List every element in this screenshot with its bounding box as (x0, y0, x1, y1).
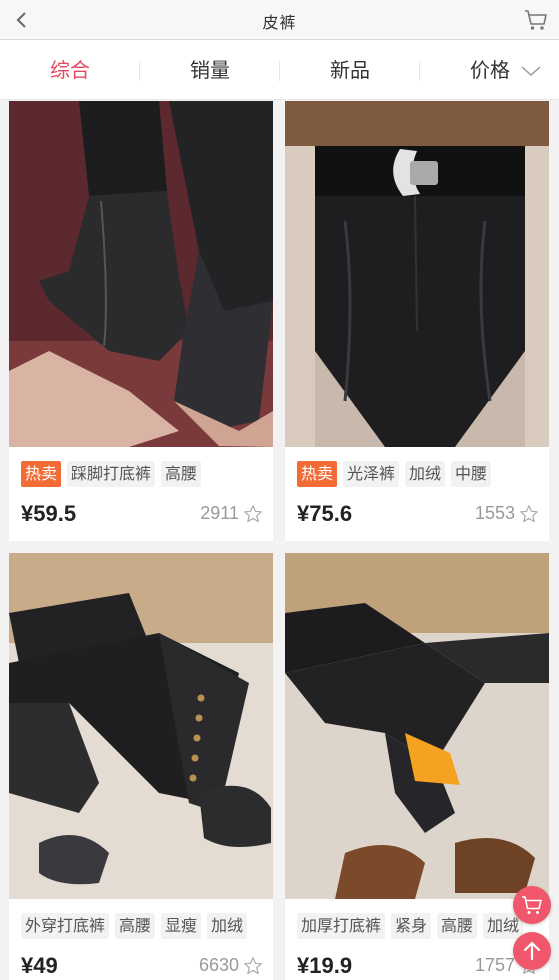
chevron-down-icon (521, 66, 541, 77)
product-tag: 高腰 (115, 913, 156, 939)
product-tag: 加绒 (405, 461, 446, 487)
product-price: ¥75.6 (297, 501, 353, 526)
product-card[interactable]: 加厚打底裤 紧身 高腰 加绒 ¥19.9 1757 (285, 553, 549, 980)
product-tags: 热卖 光泽裤 加绒 中腰 (297, 461, 492, 487)
back-to-top-button[interactable] (513, 932, 551, 970)
product-tag: 加厚打底裤 (297, 913, 386, 939)
sales-count: 6630 (198, 955, 239, 975)
product-grid: 热卖 踩脚打底裤 高腰 ¥59.5 2911 热卖 光泽裤 加绒 中腰 ¥75.… (0, 101, 559, 980)
shopping-cart-icon[interactable] (523, 7, 549, 33)
product-tag: 光泽裤 (343, 461, 400, 487)
product-tag: 显瘦 (161, 913, 202, 939)
product-card[interactable]: 热卖 光泽裤 加绒 中腰 ¥75.6 1553 (285, 101, 549, 541)
product-tags: 热卖 踩脚打底裤 高腰 (21, 461, 202, 487)
star-icon[interactable] (519, 504, 539, 524)
sales-count: 1757 (474, 955, 515, 975)
sort-tab-new[interactable]: 新品 (280, 40, 420, 100)
page-title: 皮裤 (262, 13, 297, 32)
product-tag: 外穿打底裤 (21, 913, 110, 939)
product-card[interactable]: 热卖 踩脚打底裤 高腰 ¥59.5 2911 (9, 101, 273, 541)
product-image (285, 553, 549, 899)
product-card[interactable]: 外穿打底裤 高腰 显瘦 加绒 ¥49 6630 (9, 553, 273, 980)
sales-count: 2911 (200, 503, 239, 523)
sort-tab-price-label: 价格 (470, 58, 510, 82)
product-tag: 紧身 (391, 913, 432, 939)
product-tag: 高腰 (161, 461, 202, 487)
hot-tag: 热卖 (21, 461, 62, 487)
star-icon[interactable] (243, 956, 263, 976)
floating-cart-button[interactable] (513, 886, 551, 924)
product-tag: 加绒 (207, 913, 248, 939)
product-tag: 中腰 (451, 461, 492, 487)
hot-tag: 热卖 (297, 461, 338, 487)
product-image (9, 553, 273, 899)
sales-count: 1553 (474, 503, 515, 523)
arrow-up-icon (523, 941, 541, 961)
sort-tab-sales[interactable]: 销量 (140, 40, 280, 100)
product-tag: 高腰 (437, 913, 478, 939)
product-image (9, 101, 273, 447)
top-bar: 皮裤 (0, 0, 559, 40)
product-tag: 踩脚打底裤 (67, 461, 156, 487)
product-tags: 加厚打底裤 紧身 高腰 加绒 (297, 913, 524, 939)
product-image (285, 101, 549, 447)
product-price: ¥19.9 (297, 953, 353, 978)
product-price: ¥59.5 (21, 501, 77, 526)
product-price: ¥49 (21, 953, 58, 978)
sort-bar: 综合 销量 新品 价格 (0, 40, 559, 100)
product-tags: 外穿打底裤 高腰 显瘦 加绒 (21, 913, 248, 939)
shopping-cart-icon (522, 896, 542, 914)
star-icon[interactable] (243, 504, 263, 524)
sort-tab-comprehensive[interactable]: 综合 (0, 40, 140, 100)
